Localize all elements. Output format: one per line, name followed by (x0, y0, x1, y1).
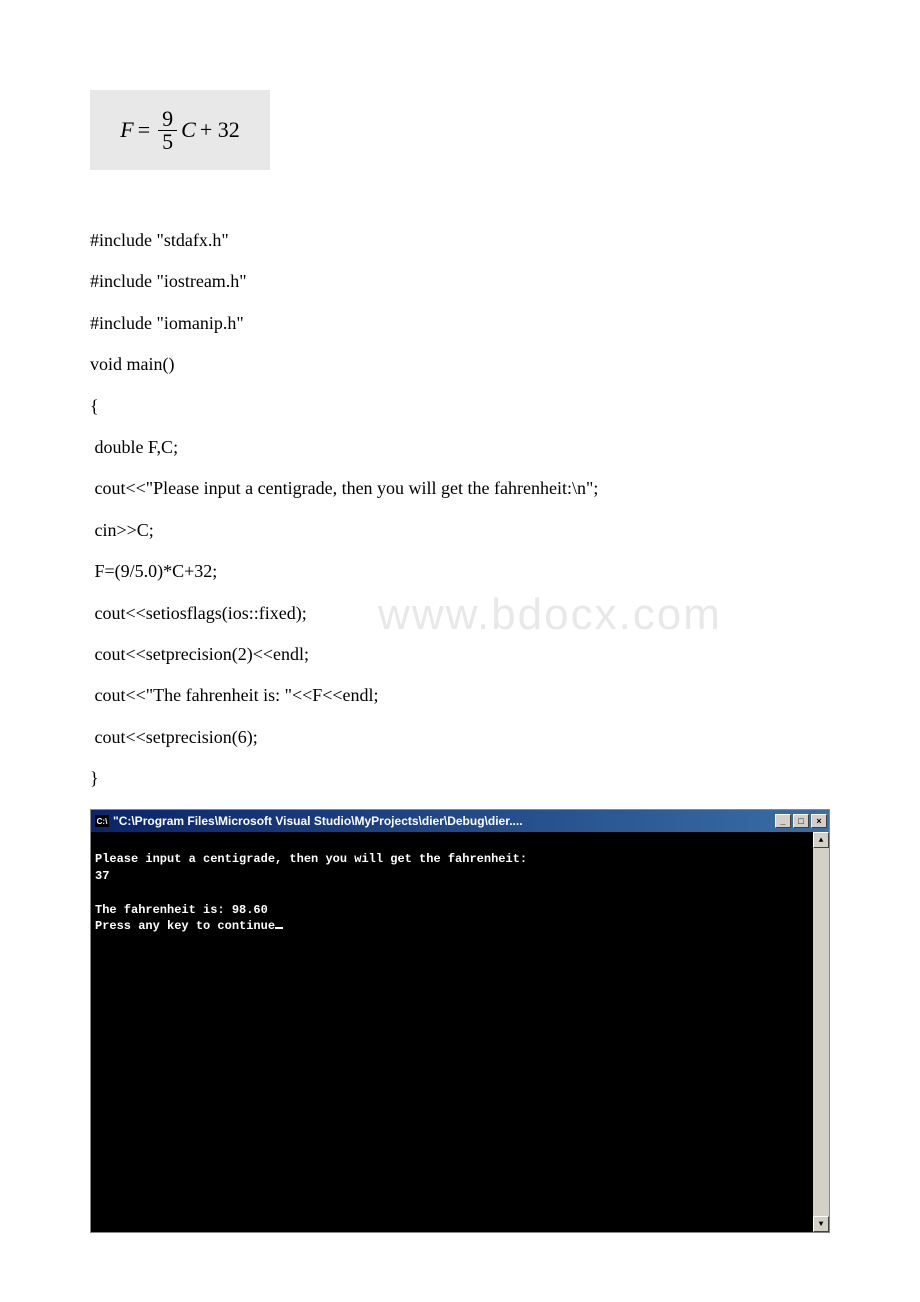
formula-var: C (181, 117, 196, 143)
code-line: cout<<setiosflags(ios::fixed); (90, 593, 830, 634)
formula-image: F = 9 5 C + 32 (90, 90, 270, 170)
code-line: double F,C; (90, 427, 830, 468)
minimize-button[interactable]: _ (775, 814, 791, 828)
maximize-button[interactable]: □ (793, 814, 809, 828)
code-line: cout<<setprecision(2)<<endl; (90, 634, 830, 675)
cursor-icon (275, 927, 283, 929)
formula-numerator: 9 (158, 108, 177, 131)
code-line: F=(9/5.0)*C+32; (90, 551, 830, 592)
code-line: { (90, 386, 830, 427)
code-line: cout<<"The fahrenheit is: "<<F<<endl; (90, 675, 830, 716)
scroll-down-button[interactable]: ▼ (813, 1216, 829, 1232)
formula-lhs: F (120, 117, 133, 143)
console-line: 37 (95, 869, 109, 883)
code-line: #include "iostream.h" (90, 261, 830, 302)
scroll-up-button[interactable]: ▲ (813, 832, 829, 848)
console-body: Please input a centigrade, then you will… (91, 832, 829, 1232)
formula-eq: = (138, 117, 150, 143)
console-window: C:\ "C:\Program Files\Microsoft Visual S… (90, 809, 830, 1233)
console-line: Press any key to continue (95, 919, 275, 933)
code-block: #include "stdafx.h" #include "iostream.h… (90, 220, 830, 799)
code-line: void main() (90, 344, 830, 385)
formula-fraction: 9 5 (158, 108, 177, 153)
code-line: #include "stdafx.h" (90, 220, 830, 261)
formula-denominator: 5 (158, 131, 177, 153)
code-line: cin>>C; (90, 510, 830, 551)
code-line: } (90, 758, 830, 799)
console-line: The fahrenheit is: 98.60 (95, 903, 268, 917)
code-line: #include "iomanip.h" (90, 303, 830, 344)
formula-constant: + 32 (200, 117, 240, 143)
code-line: cout<<"Please input a centigrade, then y… (90, 468, 830, 509)
console-line: Please input a centigrade, then you will… (95, 852, 527, 866)
cmd-icon: C:\ (95, 815, 109, 827)
console-titlebar[interactable]: C:\ "C:\Program Files\Microsoft Visual S… (91, 810, 829, 832)
close-button[interactable]: × (811, 814, 827, 828)
console-title: "C:\Program Files\Microsoft Visual Studi… (113, 814, 523, 828)
code-line: cout<<setprecision(6); (90, 717, 830, 758)
scrollbar[interactable]: ▲ ▼ (813, 832, 829, 1232)
